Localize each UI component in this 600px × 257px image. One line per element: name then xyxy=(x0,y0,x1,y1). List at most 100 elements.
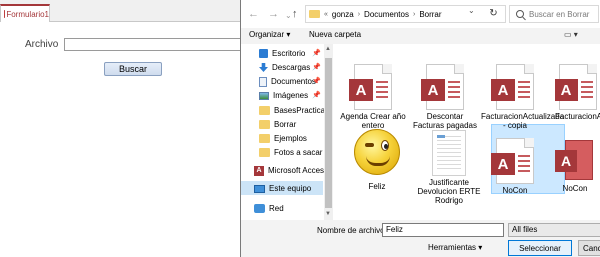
access-database-icon: A xyxy=(555,64,597,110)
file-name: Descontar Facturas pagadas xyxy=(412,112,478,130)
folder-icon xyxy=(259,106,270,115)
scroll-up-icon[interactable]: ▲ xyxy=(325,46,331,52)
folder-icon xyxy=(259,120,270,129)
sidebar-item-imagenes[interactable]: Imágenes xyxy=(259,89,308,102)
address-dropdown-chevron-icon[interactable]: ⌄ xyxy=(468,6,475,15)
pin-icon: 📌 xyxy=(312,50,321,57)
sidebar-item-descargas[interactable]: Descargas xyxy=(259,61,310,74)
sidebar-item-label: Microsoft Access xyxy=(268,166,329,175)
sidebar-item-label: Este equipo xyxy=(269,184,312,193)
pdf-document-icon xyxy=(432,130,466,176)
sidebar-item-este-equipo[interactable]: Este equipo xyxy=(254,182,311,195)
sidebar-item-microsoft-access[interactable]: A Microsoft Access xyxy=(254,164,328,177)
computer-icon xyxy=(254,184,265,193)
cancel-button[interactable]: Cancel xyxy=(578,240,600,256)
sidebar-scrollbar[interactable]: ▲ ▼ xyxy=(324,44,333,220)
sidebar-item-red[interactable]: Red xyxy=(254,202,284,215)
file-name: NoCon xyxy=(562,184,588,193)
breadcrumb-overflow[interactable]: « xyxy=(324,11,328,18)
folder-icon xyxy=(259,148,270,157)
sidebar-item-borrar[interactable]: Borrar xyxy=(259,118,296,131)
sidebar-item-label: Documentos xyxy=(271,77,316,86)
search-placeholder: Buscar en Borrar xyxy=(529,9,590,19)
sidebar-item-ejemplos[interactable]: Ejemplos xyxy=(259,132,307,145)
file-item[interactable]: A FacturacionActualizada xyxy=(555,64,600,121)
file-item[interactable]: A Descontar Facturas pagadas xyxy=(411,64,479,130)
dialog-footer: Nombre de archivo: Feliz All files Herra… xyxy=(241,220,600,257)
archivo-label: Archivo xyxy=(25,39,59,50)
pictures-icon xyxy=(259,91,269,100)
access-icon: A xyxy=(254,165,264,176)
sidebar-item-label: Ejemplos xyxy=(274,134,307,143)
tab-label: Formulario1 xyxy=(6,9,49,19)
new-folder-button[interactable]: Nueva carpeta xyxy=(309,30,361,39)
file-name: Justificante Devolucion ERTE Rodrigo xyxy=(417,178,481,205)
sidebar-item-label: BasesPracticas xyxy=(274,106,330,115)
search-input[interactable]: Buscar en Borrar xyxy=(509,5,599,23)
pin-icon: 📌 xyxy=(312,78,321,85)
pin-icon: 📌 xyxy=(312,92,321,99)
file-open-dialog: ← → ⌄ ↑ « gonza › Documentos › Borrar ⌄ … xyxy=(240,0,600,257)
access-database-icon: A xyxy=(491,64,534,110)
file-name: NoCon xyxy=(502,186,528,195)
network-icon xyxy=(254,204,265,213)
sidebar-item-fotos-a-sacar[interactable]: Fotos a sacar xyxy=(259,146,322,159)
breadcrumb-item-borrar[interactable]: Borrar xyxy=(419,10,441,19)
sidebar-item-basespracticas[interactable]: BasesPracticas xyxy=(259,104,329,117)
breadcrumb-item-documentos[interactable]: Documentos xyxy=(364,10,409,19)
access-database-icon: A xyxy=(421,64,464,110)
file-item[interactable]: A NoCon xyxy=(549,138,600,193)
breadcrumb-item-gonza[interactable]: gonza xyxy=(332,10,354,19)
select-button[interactable]: Seleccionar xyxy=(508,240,572,256)
pin-icon: 📌 xyxy=(312,64,321,71)
smiley-image-thumbnail xyxy=(354,129,400,175)
breadcrumb[interactable]: « gonza › Documentos › Borrar xyxy=(305,5,506,23)
desktop-icon xyxy=(259,49,268,58)
file-item[interactable]: A FacturacionActualizada - copia xyxy=(481,64,565,130)
sidebar-item-label: Red xyxy=(269,204,284,213)
access-database-icon: A xyxy=(349,64,392,110)
documents-icon xyxy=(259,76,267,87)
archivo-input[interactable] xyxy=(64,38,242,51)
navigation-pane: Escritorio 📌 Descargas 📌 Documentos 📌 Im… xyxy=(241,44,333,220)
access-database-icon: A xyxy=(491,138,534,184)
file-name: FacturacionActualizada xyxy=(555,112,600,121)
file-item[interactable]: A Agenda Crear año entero xyxy=(339,64,407,130)
sidebar-item-escritorio[interactable]: Escritorio xyxy=(259,47,305,60)
sidebar-item-label: Descargas xyxy=(272,63,311,72)
back-arrow-icon[interactable]: ← xyxy=(248,7,259,21)
file-name: Feliz xyxy=(368,182,386,191)
forward-arrow-icon[interactable]: → xyxy=(268,7,279,21)
chevron-right-icon: › xyxy=(357,10,361,18)
chevron-right-icon: › xyxy=(412,10,416,18)
scroll-down-icon[interactable]: ▼ xyxy=(325,211,331,217)
folder-icon xyxy=(309,10,320,18)
tools-dropdown[interactable]: Herramientas ▾ xyxy=(428,243,482,252)
sidebar-item-label: Imágenes xyxy=(273,91,309,100)
organize-button[interactable]: Organizar ▾ xyxy=(249,30,290,39)
scrollbar-thumb[interactable] xyxy=(325,58,332,208)
file-item-selected[interactable]: Feliz xyxy=(343,127,411,191)
sidebar-item-documentos[interactable]: Documentos xyxy=(259,75,316,88)
folder-icon xyxy=(259,134,270,143)
file-name: FacturacionActualizada - copia xyxy=(481,112,565,130)
download-icon xyxy=(259,63,268,72)
address-bar: ← → ⌄ ↑ « gonza › Documentos › Borrar ⌄ … xyxy=(241,0,600,28)
refresh-icon[interactable]: ↻ xyxy=(487,8,500,20)
sidebar-item-label: Fotos a sacar xyxy=(274,148,323,157)
filename-label: Nombre de archivo: xyxy=(317,226,387,235)
view-options-icon[interactable]: ▭ ▾ xyxy=(564,30,584,42)
filename-input[interactable]: Feliz xyxy=(382,223,504,237)
sidebar-item-label: Escritorio xyxy=(272,49,306,58)
filetype-select[interactable]: All files xyxy=(508,223,600,237)
search-icon xyxy=(516,10,524,18)
file-item[interactable]: Justificante Devolucion ERTE Rodrigo xyxy=(415,130,483,205)
access-app-icon: A xyxy=(555,138,595,184)
dialog-toolbar: Organizar ▾ Nueva carpeta ▭ ▾ xyxy=(241,28,600,44)
buscar-button[interactable]: Buscar xyxy=(104,62,162,76)
up-arrow-icon[interactable]: ↑ xyxy=(292,7,298,21)
file-item[interactable]: A NoCon xyxy=(481,138,549,195)
sidebar-item-label: Borrar xyxy=(274,120,297,129)
tab-formulario1[interactable]: Formulario1 xyxy=(0,4,50,22)
recent-locations-chevron-icon[interactable]: ⌄ xyxy=(285,9,292,23)
